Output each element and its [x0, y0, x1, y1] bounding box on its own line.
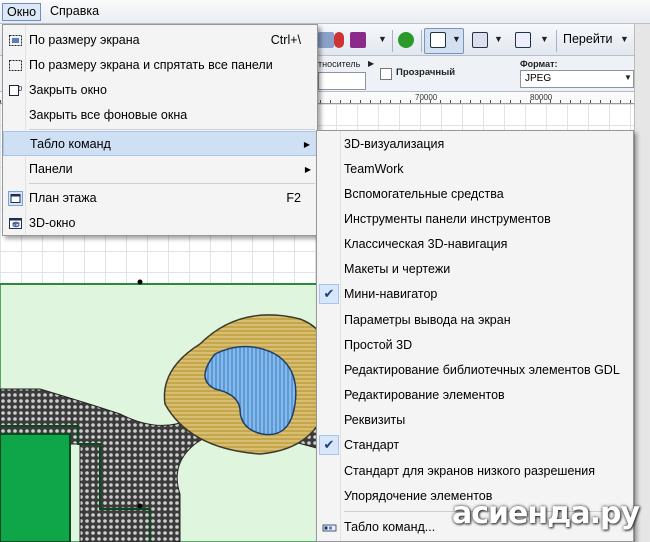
menu-item-fit-screen[interactable]: По размеру экрана Ctrl+\ [3, 28, 317, 53]
toolbar-tool-icon[interactable] [318, 32, 334, 48]
3d-view-icon[interactable] [472, 32, 488, 48]
submenu-item-element-editing[interactable]: Редактирование элементов [317, 383, 633, 408]
dropdown-arrow-icon[interactable]: ▼ [378, 34, 387, 44]
menu-item-close-background-windows[interactable]: Закрыть все фоновые окна [3, 103, 317, 128]
submenu-item-mini-navigator[interactable]: ✔ Мини-навигатор [317, 282, 633, 307]
toolbar-separator [421, 30, 422, 52]
submenu-item-layouts-drawings[interactable]: Макеты и чертежи [317, 257, 633, 282]
window-menu: По размеру экрана Ctrl+\ По размеру экра… [2, 24, 318, 236]
submenu-arrow-icon: ▶ [304, 165, 311, 174]
vertical-scrollbar[interactable] [634, 24, 650, 542]
submenu-item-gdl-editing[interactable]: Редактирование библиотечных элементов GD… [317, 358, 633, 383]
layout-icon[interactable] [515, 32, 531, 48]
svg-text:0: 0 [18, 85, 22, 93]
fit-screen-icon [9, 35, 22, 46]
menu-item-close-window[interactable]: 0 Закрыть окно [3, 78, 317, 103]
menu-separator [29, 129, 315, 130]
toolbar-separator [392, 30, 393, 52]
floor-plan-icon [430, 32, 446, 48]
submenu-item-classic-3d-navigation[interactable]: Классическая 3D-навигация [317, 232, 633, 257]
submenu-item-teamwork[interactable]: TeamWork [317, 157, 633, 182]
watermark: асиенда.ру [452, 496, 640, 531]
node-point [137, 503, 143, 509]
menu-item-toolbars[interactable]: Табло команд ▶ [3, 131, 317, 156]
transparent-checkbox[interactable] [380, 68, 392, 80]
submenu-item-toolbox-tools[interactable]: Инструменты панели инструментов [317, 207, 633, 232]
menu-bar: Окно Справка [0, 0, 650, 24]
menu-window[interactable]: Окно [2, 3, 42, 21]
brush-icon[interactable] [350, 32, 366, 48]
ruler-label: 80000 [530, 93, 553, 102]
format-label: Формат: [520, 59, 558, 69]
chevron-down-icon: ▼ [624, 73, 632, 82]
menu-item-floor-plan[interactable]: План этажа F2 [3, 186, 317, 211]
goto-button[interactable]: Перейти [563, 32, 613, 46]
dropdown-arrow-icon[interactable]: ▼ [494, 34, 503, 44]
transparent-label: Прозрачный [396, 67, 456, 78]
record-icon[interactable] [398, 32, 414, 48]
dropdown-arrow-icon[interactable]: ▼ [452, 34, 461, 44]
submenu-item-attributes[interactable]: Реквизиты [317, 408, 633, 433]
relative-label: тноситель [318, 59, 361, 69]
submenu-item-helper-tools[interactable]: Вспомогательные средства [317, 182, 633, 207]
node-point [137, 279, 143, 285]
submenu-item-simple-3d[interactable]: Простой 3D [317, 333, 633, 358]
submenu-item-standard-low-res[interactable]: Стандарт для экранов низкого разрешения [317, 459, 633, 484]
menu-separator [29, 183, 315, 184]
floor-plan-icon [8, 191, 23, 206]
menu-item-3d-window[interactable]: 3D-окно [3, 211, 317, 236]
checkmark-icon: ✔ [319, 284, 339, 304]
toolbars-submenu: 3D-визуализация TeamWork Вспомогательные… [316, 130, 634, 542]
relative-field[interactable] [318, 72, 366, 90]
ruler-label: 70000 [415, 93, 438, 102]
dropdown-arrow-icon[interactable]: ▼ [620, 34, 629, 44]
menu-item-panels[interactable]: Панели ▶ [3, 157, 317, 182]
menu-help[interactable]: Справка [46, 3, 103, 21]
3d-window-icon [9, 218, 22, 229]
fit-screen-hide-icon [9, 60, 22, 71]
toolbar-settings-icon [322, 524, 337, 532]
submenu-arrow-icon: ▶ [303, 140, 310, 149]
dropdown-arrow-icon[interactable]: ▼ [540, 34, 549, 44]
lawn-block [0, 433, 71, 542]
format-select[interactable]: JPEG [520, 70, 634, 88]
submenu-item-standard[interactable]: ✔ Стандарт [317, 433, 633, 458]
toolbar-separator [556, 30, 557, 52]
close-window-icon: 0 [9, 85, 22, 96]
submenu-item-3d-visualization[interactable]: 3D-визуализация [317, 132, 633, 157]
paint-icon[interactable] [334, 32, 344, 48]
checkmark-icon: ✔ [319, 435, 339, 455]
arrow-right-icon[interactable]: ▶ [368, 59, 374, 68]
menu-item-fit-screen-hide-panels[interactable]: По размеру экрана и спрятать все панели [3, 53, 317, 78]
submenu-item-display-options[interactable]: Параметры вывода на экран [317, 308, 633, 333]
